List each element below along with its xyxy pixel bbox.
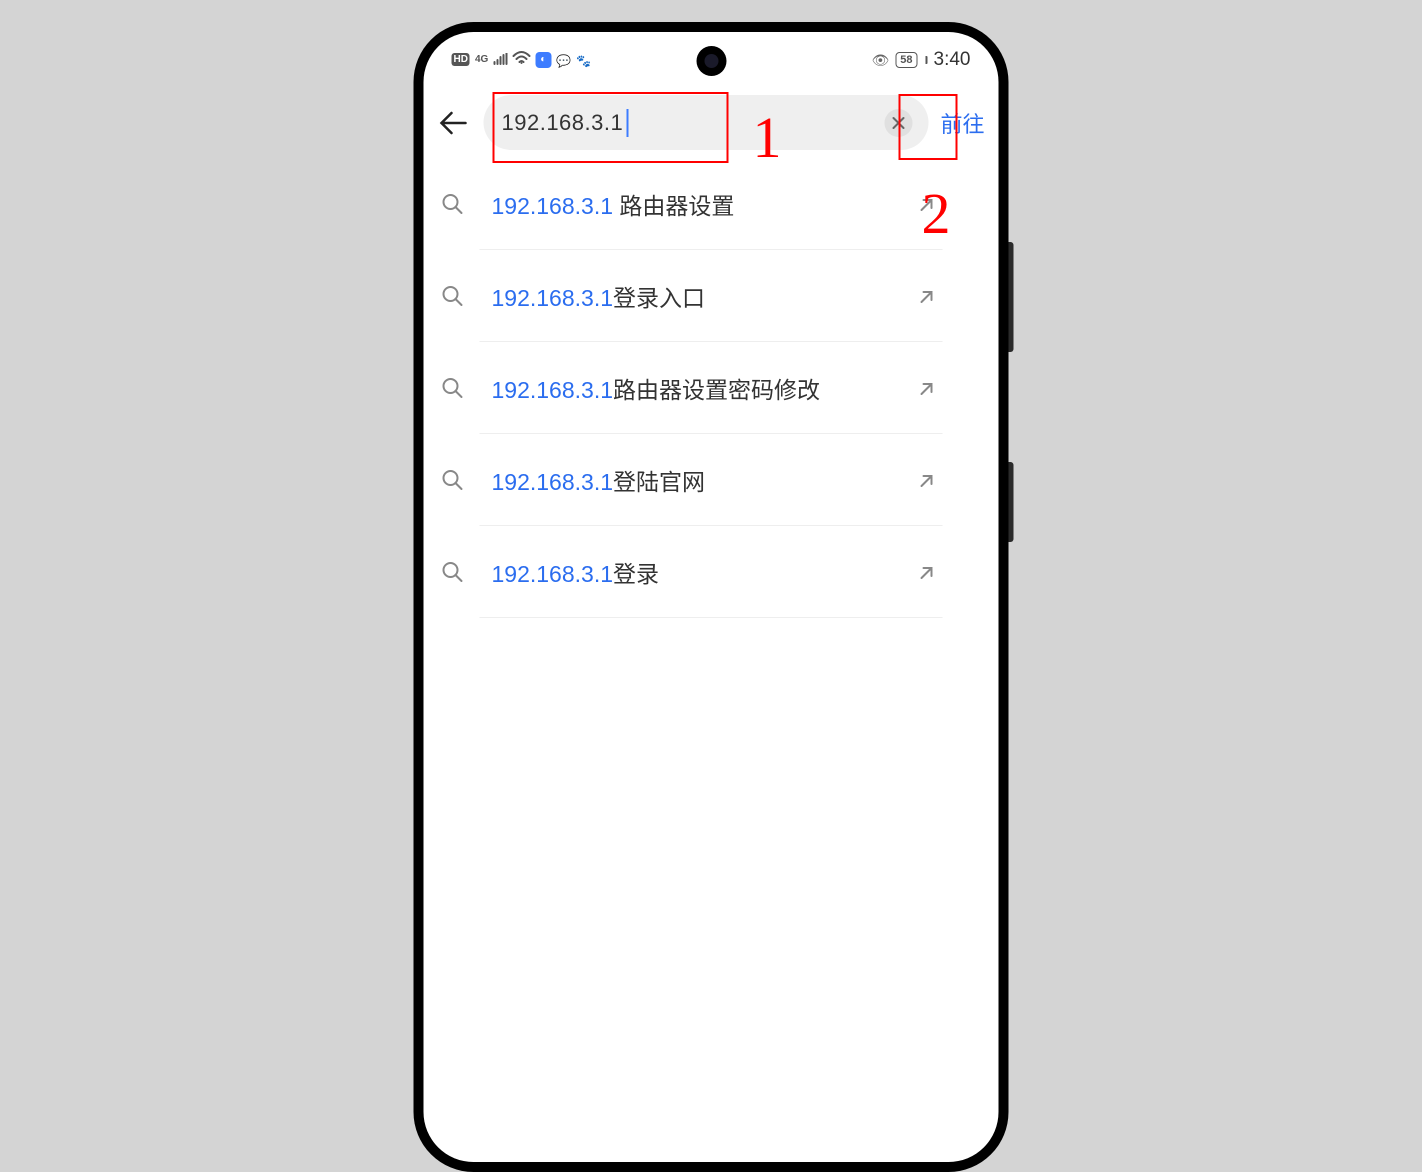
search-icon — [440, 192, 466, 216]
wifi-icon — [512, 50, 530, 70]
clear-input-button[interactable] — [884, 109, 912, 137]
eye-icon — [871, 50, 889, 70]
suggestion-list: 192.168.3.1 路由器设置 192.168.3.1登录入口 192.16… — [424, 158, 999, 618]
suggestion-text: 192.168.3.1登录入口 — [492, 279, 913, 313]
search-icon — [440, 560, 466, 584]
paw-icon — [576, 50, 591, 70]
back-button[interactable] — [432, 111, 476, 135]
suggestion-item[interactable]: 192.168.3.1登录 — [480, 526, 943, 618]
url-input[interactable]: 192.168.3.1 — [484, 95, 929, 150]
suggestion-text: 192.168.3.1登录 — [492, 555, 913, 589]
hd-icon: HD — [452, 53, 470, 66]
fill-arrow-icon[interactable] — [913, 286, 943, 306]
network-4g-icon: 4G — [475, 54, 488, 65]
go-button[interactable]: 前往 — [936, 101, 988, 145]
phone-frame: HD 4G ◐ 58 3:40 192.168.3.1 — [414, 22, 1009, 1172]
fill-arrow-icon[interactable] — [913, 562, 943, 582]
suggestion-item[interactable]: 192.168.3.1登陆官网 — [480, 434, 943, 526]
search-icon — [440, 376, 466, 400]
suggestion-item[interactable]: 192.168.3.1路由器设置密码修改 — [480, 342, 943, 434]
fill-arrow-icon[interactable] — [913, 378, 943, 398]
signal-bars-icon — [493, 50, 507, 70]
text-cursor — [626, 109, 628, 137]
fill-arrow-icon[interactable] — [913, 194, 943, 214]
clock: 3:40 — [934, 49, 971, 71]
battery-icon: 58 — [895, 52, 917, 68]
suggestion-text: 192.168.3.1登陆官网 — [492, 463, 913, 497]
address-bar-row: 192.168.3.1 前往 — [424, 87, 999, 158]
search-icon — [440, 284, 466, 308]
suggestion-text: 192.168.3.1路由器设置密码修改 — [492, 371, 913, 405]
phone-side-button — [1009, 462, 1014, 542]
suggestion-item[interactable]: 192.168.3.1 路由器设置 — [480, 158, 943, 250]
camera-notch — [696, 46, 726, 76]
toggle-icon: ◐ — [535, 52, 551, 68]
url-input-value: 192.168.3.1 — [502, 110, 624, 136]
search-icon — [440, 468, 466, 492]
fill-arrow-icon[interactable] — [913, 470, 943, 490]
suggestion-text: 192.168.3.1 路由器设置 — [492, 187, 913, 221]
message-icon — [556, 50, 571, 70]
suggestion-item[interactable]: 192.168.3.1登录入口 — [480, 250, 943, 342]
phone-side-button — [1009, 242, 1014, 352]
phone-screen: HD 4G ◐ 58 3:40 192.168.3.1 — [424, 32, 999, 1162]
